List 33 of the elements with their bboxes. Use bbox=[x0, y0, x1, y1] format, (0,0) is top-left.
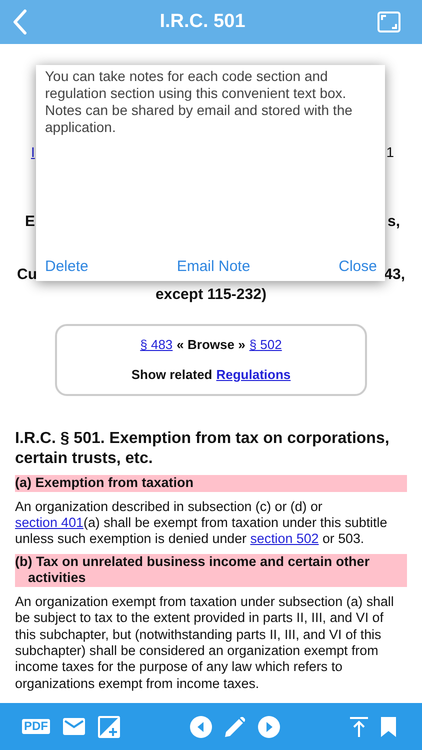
paragraph: An organization exempt from taxation under subsection (a) shall be subject to tax to the extent provided in parts II, III, and VI of this subchapter, but (notwithstanding parts II, III, and VI of this subchapter) shall be considered an organization exempt from income taxes for the purpose of any law which refers to organizations exempt from income taxes. bbox=[15, 594, 395, 692]
subsection-heading: (a) Exemption from taxation bbox=[15, 475, 407, 492]
next-icon[interactable] bbox=[258, 716, 280, 738]
mail-icon[interactable] bbox=[63, 718, 85, 735]
note-text: You can take notes for each code section and regulation section using this convenient text box. Notes can be shared by email and stored with the application. bbox=[44, 67, 354, 137]
section-link[interactable]: section 401 bbox=[15, 514, 84, 530]
text-fragment: 1 bbox=[386, 143, 394, 161]
note-action-button[interactable]: Email Note bbox=[176, 258, 250, 275]
subsection-heading: (b) Tax on unrelated business income and certain other activities bbox=[15, 554, 407, 587]
note-action-button[interactable]: Close bbox=[338, 258, 377, 275]
bookmark-icon[interactable] bbox=[381, 716, 396, 736]
link-fragment[interactable]: I bbox=[31, 143, 35, 161]
scroll-top-icon[interactable] bbox=[350, 716, 368, 736]
related-label: Show related bbox=[131, 367, 212, 383]
text-fragment: Cu bbox=[17, 266, 37, 284]
previous-icon[interactable] bbox=[190, 716, 212, 738]
note-action-button[interactable]: Delete bbox=[45, 258, 88, 275]
back-icon[interactable] bbox=[12, 9, 28, 35]
text-fragment: E bbox=[25, 213, 36, 231]
prev-link[interactable]: § 483 bbox=[140, 337, 173, 353]
regulations-link[interactable]: Regulations bbox=[216, 367, 291, 383]
section-link[interactable]: section 502 bbox=[250, 531, 319, 546]
fullscreen-icon[interactable] bbox=[376, 11, 401, 33]
pencil-icon[interactable] bbox=[225, 716, 245, 736]
text-fragment: s, bbox=[387, 213, 400, 231]
browse-label: « Browse » bbox=[176, 337, 246, 353]
section-heading: I.R.C. § 501. Exemption from tax on corporations, certain trusts, etc. bbox=[15, 429, 390, 469]
paragraph: An organization described in subsection (c) or (d) or section 401(a) shall be exempt from taxation under this subtitle unless such exemption is denied under section 502 or 503. bbox=[15, 498, 388, 548]
add-image-icon[interactable] bbox=[98, 716, 120, 738]
nav-title: I.R.C. 501 bbox=[160, 11, 246, 33]
subtitle-text: except 115-232) bbox=[154, 285, 268, 305]
next-link[interactable]: § 502 bbox=[249, 337, 282, 353]
text-fragment: 43, bbox=[384, 266, 405, 284]
